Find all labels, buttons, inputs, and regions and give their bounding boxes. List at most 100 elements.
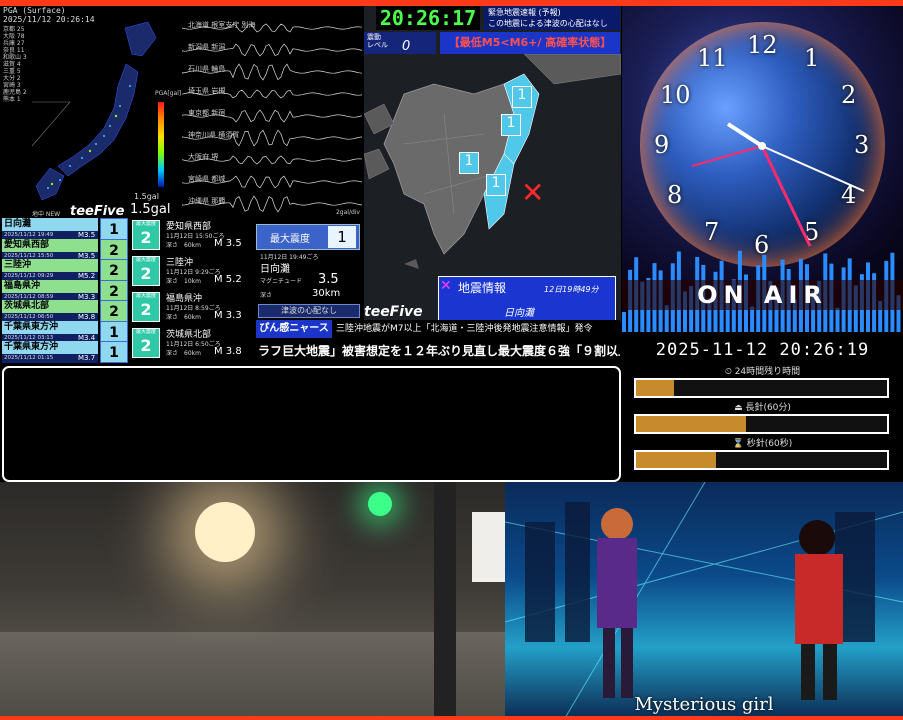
card-depth: 深さ 60km	[166, 242, 201, 249]
eq-row-intensity: 2	[100, 238, 128, 261]
card-intensity-value: 2	[140, 264, 152, 283]
accent-hand	[691, 145, 763, 167]
card-magnitude: M 3.3	[214, 310, 242, 321]
progress-label: ⏲ 24時間残り時間	[724, 367, 801, 377]
hour-hand	[726, 122, 764, 148]
progress-fill	[636, 380, 674, 396]
pga-title: PGA (Surface)	[3, 6, 66, 15]
shake-level-label2: レベル	[367, 41, 388, 49]
intensity-marker: 1	[501, 114, 521, 136]
progress-bar	[634, 450, 889, 470]
waveform-station-label: 東京都 新宿	[188, 109, 226, 117]
card-intensity-value: 2	[140, 300, 152, 319]
spectrum-bar	[622, 312, 626, 332]
ticker-line2: ラフ巨大地震」被害想定を１２年ぶり見直し最大震度６強「９割以上」	[258, 344, 620, 358]
shake-level-label1: 震動	[367, 33, 381, 41]
pga-scale-title: PGA[gal]	[155, 90, 182, 97]
waveform-station-label: 新潟県 新潟	[188, 43, 226, 51]
waveform-station-label: 大阪府 堺	[188, 153, 219, 161]
japan-map	[31, 21, 157, 201]
epicenter-x-icon: ✕	[521, 176, 545, 209]
kyushu-map	[364, 54, 621, 269]
waveform-station-label: 埼玉県 岩槻	[188, 87, 226, 95]
eqlist-brand: teeFive	[70, 204, 125, 219]
spectrum-bar	[835, 307, 840, 332]
eq-history-row: 三陸沖 2025/11/12 09:29 M5.2 2	[2, 259, 130, 281]
eq-row-mag: M3.7	[78, 354, 96, 362]
progress-label: ⏏ 長針(60分)	[734, 403, 791, 413]
eq-detail-card: 最大震度 2 三陸沖 11月12日 9:29ごろ 深さ 10km M 5.2	[132, 254, 256, 288]
eq-row-name: 千葉県東方沖	[2, 320, 98, 334]
eq-history-row: 茨城県北部 2025/11/12 06:50 M3.8 2	[2, 300, 130, 322]
eq-history-row: 千葉県東方沖 2025/11/12 03:13 M3.4 1	[2, 320, 130, 343]
intensity-marker: 1	[486, 174, 506, 196]
max-depth-value: 30km	[312, 288, 341, 299]
tsunami-line2: この地震による津波の心配はなし	[488, 19, 608, 28]
progress-bar	[634, 378, 889, 398]
eq-history-row: 日向灘 2025/11/12 19:49 M3.5 1	[2, 218, 130, 240]
eq-detail-card: 最大震度 2 茨城県北部 11月12日 6:50ごろ 深さ 60km M 3.8	[132, 326, 256, 360]
max-intensity-panel: 最大震度 1 11月12日 19:49ごろ 日向灘 マグニチュード 3.5 深さ…	[256, 222, 362, 320]
pga-station: 大分 2	[3, 75, 21, 82]
probability-banner: 【最低M5<M6+/ 高確率状態】	[440, 32, 620, 54]
earthquake-history-list: 日向灘 2025/11/12 19:49 M3.5 1 愛知県西部 2025/11/12 …	[2, 218, 130, 364]
card-magnitude: M 3.8	[214, 346, 242, 357]
song-caption: Mysterious girl	[634, 694, 774, 715]
eq-history-row: 千葉県東方沖 2025/11/12 01:15 M3.7 1	[2, 341, 130, 363]
waveform-station-label: 北海道 根室支庁 別海	[188, 21, 256, 29]
max-intensity-value: 1	[328, 226, 356, 248]
pga-station: 宮崎 3	[3, 82, 21, 89]
card-time: 11月12日 8:59ごろ	[166, 305, 221, 312]
clock-panel: 12 1 2 3 4 5 6 7 8 9 10 11 ON AIR	[622, 6, 903, 332]
pga-station: 和歌山 3	[3, 54, 27, 61]
eq-row-name: 三陸沖	[2, 259, 98, 272]
eq-info-title: 地震情報	[458, 281, 507, 295]
pga-gal-small: 1.5gal	[134, 192, 159, 201]
card-intensity-badge: 最大震度 2	[132, 220, 160, 250]
eq-info-place: 日向灘	[504, 308, 534, 319]
eq-row-intensity: 2	[100, 279, 128, 302]
card-intensity-badge: 最大震度 2	[132, 328, 160, 358]
message-box	[2, 366, 621, 482]
eq-row-intensity: 2	[100, 259, 128, 281]
camera-light-glow	[195, 502, 255, 562]
camera-road	[0, 632, 505, 718]
pga-station: 三重 5	[3, 68, 21, 75]
eq-clock: 20:26:17	[376, 6, 480, 30]
pga-station: 奈良 11	[3, 47, 25, 54]
card-intensity-value: 2	[140, 336, 152, 355]
eq-row-intensity: 1	[100, 320, 128, 343]
eq-row-name: 千葉県東方沖	[2, 341, 98, 354]
tsunami-notice: 緊急地震速報 (予報) この地震による津波の心配はなし	[484, 6, 620, 30]
card-magnitude: M 3.5	[214, 238, 242, 249]
pga-station: 大阪 78	[3, 33, 25, 40]
card-intensity-label: 最大震度	[135, 221, 156, 227]
eq-row-intensity: 2	[100, 300, 128, 322]
pga-station: 兵庫 27	[3, 40, 25, 47]
card-depth: 深さ 10km	[166, 278, 201, 285]
max-intensity-label: 最大震度	[270, 234, 310, 245]
intensity-marker: 1	[459, 152, 479, 174]
eq-info-time: 12日19時49分	[544, 285, 599, 294]
pga-station: 熊本 1	[3, 96, 21, 103]
max-tsunami-note: 津波の心配なし	[258, 304, 360, 318]
pga-color-scale	[158, 102, 164, 187]
progress-label: ⌛ 秒針(60秒)	[732, 439, 793, 449]
tsunami-line1: 緊急地震速報 (予報)	[488, 8, 561, 17]
eqlist-new-label: 地中 NEW	[32, 211, 61, 218]
waveform-station-label: 神奈川県 横須賀	[188, 131, 240, 139]
eq-row-name: 日向灘	[2, 218, 98, 231]
waveform-station-label: 沖縄県 那覇	[188, 197, 226, 205]
card-intensity-label: 最大震度	[135, 293, 156, 299]
bottom-border	[0, 716, 903, 720]
onair-text: ON AIR	[697, 281, 828, 309]
seismograph-panel: 北海道 根室支庁 別海 新潟県 新潟 石川県 輪島 埼玉県 岩槻 東京都 新宿 神奈川県 …	[182, 6, 364, 216]
ticker-tag: ぴん感ニャース	[256, 320, 332, 338]
card-magnitude: M 5.2	[214, 274, 242, 285]
eq-row-name: 茨城県北部	[2, 300, 98, 313]
eq-info-x-icon: ✕	[440, 278, 452, 294]
eq-history-row: 愛知県西部 2025/11/12 15:50 M3.5 2	[2, 238, 130, 261]
live-camera-feed	[0, 482, 505, 718]
eq-row-name: 福島県沖	[2, 279, 98, 293]
card-depth: 深さ 60km	[166, 314, 201, 321]
